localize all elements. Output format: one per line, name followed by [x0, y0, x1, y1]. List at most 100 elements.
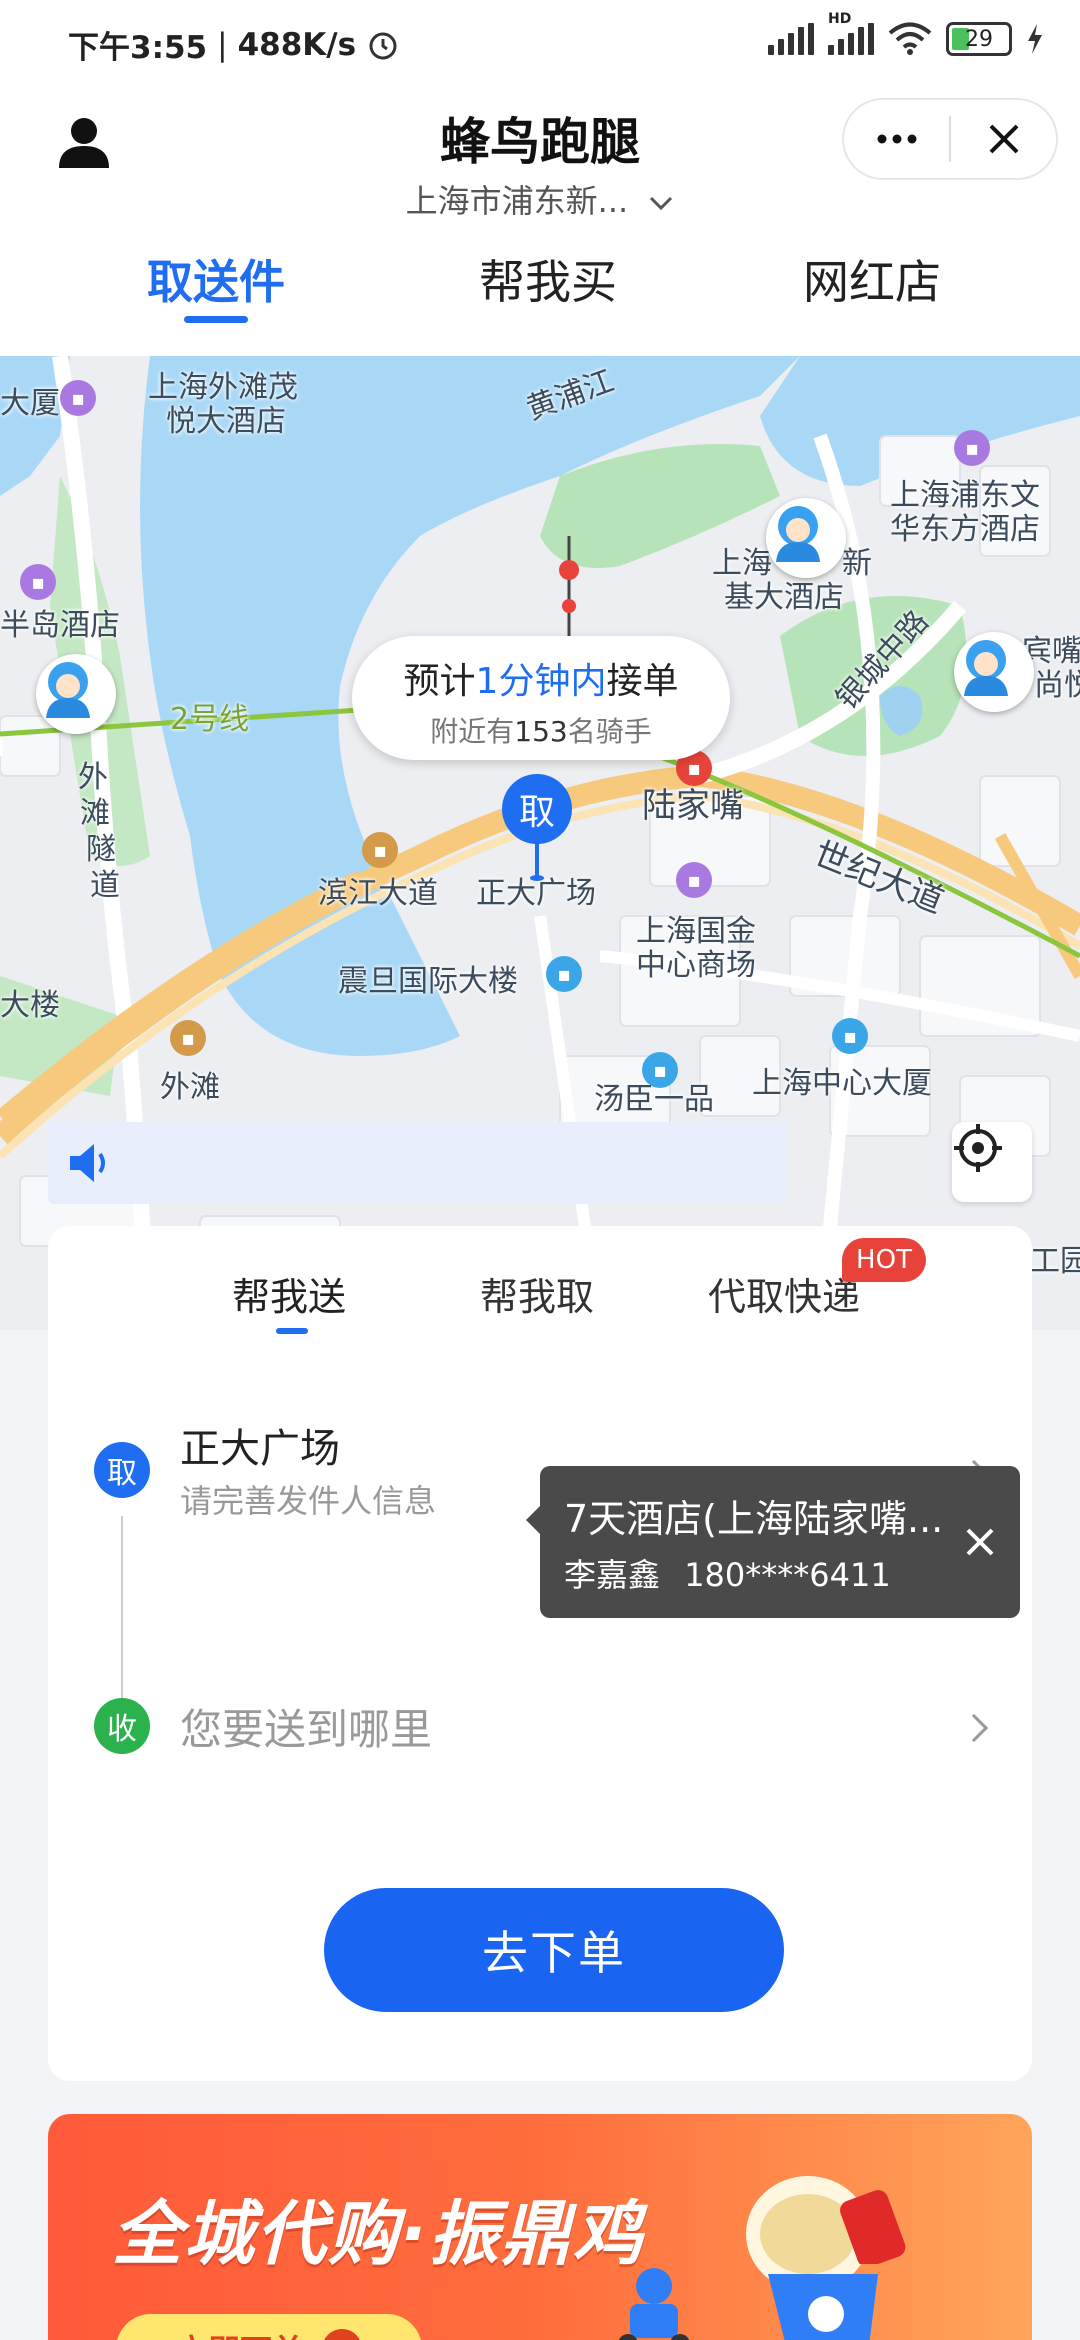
tab-buy-for-me[interactable]: 帮我买	[438, 246, 658, 312]
map-label-binjiang-avenue: 滨江大道	[318, 876, 438, 911]
map-view[interactable]: 上海外滩茂 悦大酒店 大厦 黄浦江 上海浦东文 华东方酒店 上海 新 基大酒店 …	[0, 356, 1080, 1330]
speaker-icon	[70, 1144, 105, 1182]
rider-avatar[interactable]	[954, 632, 1034, 712]
pickup-estimate-bubble: 预计1分钟内接单 附近有153名骑手	[352, 636, 730, 760]
order-now-button[interactable]: 立即下单 ›	[116, 2314, 422, 2340]
estimate-prefix: 预计	[403, 661, 476, 702]
wifi-icon	[888, 22, 932, 55]
tab-send-for-me[interactable]: 帮我送	[232, 1266, 347, 1334]
tv-tower-icon	[559, 536, 579, 636]
map-label-bund-tunnel-4: 道	[90, 868, 120, 903]
rider-icon	[46, 662, 90, 718]
suggestion-person: 李嘉鑫	[564, 1556, 661, 1594]
status-speed: 488K/s	[237, 26, 357, 63]
promo-banner[interactable]: 全城代购·振鼎鸡 立即下单 ›	[48, 2114, 1032, 2340]
signal-icon	[768, 23, 814, 55]
more-icon	[877, 134, 916, 144]
pickup-address[interactable]: 正大广场	[180, 1416, 340, 1474]
sender-info-hint[interactable]: 请完善发件人信息	[180, 1476, 436, 1522]
rider-icon	[964, 640, 1008, 696]
close-icon[interactable]	[960, 1522, 1000, 1562]
map-label-aurora-building: 震旦国际大楼	[338, 964, 518, 999]
order-card: 帮我送 帮我取 代取快递 HOT 取 正大广场 请完善发件人信息 7天酒店(上海…	[48, 1226, 1032, 2081]
nearby-suffix: 名骑手	[567, 715, 652, 748]
arrow-right-icon: ›	[322, 2329, 363, 2340]
building-poi-icon[interactable]: ▪	[832, 1018, 868, 1054]
battery-icon: 29	[946, 22, 1012, 56]
status-bar: 下午3:55 | 488K/s HD 29	[0, 0, 1080, 86]
tab-collect-parcel[interactable]: 代取快递	[708, 1266, 860, 1321]
alarm-icon	[369, 32, 397, 59]
pickup-marker: 取	[94, 1442, 150, 1498]
rider-avatar[interactable]	[766, 498, 846, 578]
place-order-button[interactable]: 去下单	[324, 1888, 784, 2012]
rider-avatar[interactable]	[36, 654, 116, 734]
map-label-metro-2: 2号线	[170, 702, 250, 737]
service-tabs: 取送件 帮我买 网红店	[0, 246, 1080, 346]
chevron-right-icon[interactable]	[959, 1713, 989, 1743]
nearby-count: 153	[514, 715, 568, 748]
charging-icon	[1028, 24, 1042, 54]
suggestion-contact: 李嘉鑫 180****6411	[564, 1550, 891, 1596]
tab-label: 网红店	[803, 255, 941, 309]
close-icon	[989, 124, 1018, 154]
more-button[interactable]	[844, 100, 949, 178]
nearby-riders-line: 附近有153名骑手	[352, 710, 730, 750]
map-label-building-2: 大楼	[0, 988, 60, 1023]
destination-input[interactable]: 您要送到哪里	[180, 1696, 432, 1757]
city-selector[interactable]: 上海市浦东新...	[0, 176, 1080, 222]
card-tab-label: 代取快递	[708, 1275, 861, 1319]
estimate-value: 1分钟内	[475, 661, 607, 702]
battery-level: 29	[965, 26, 993, 52]
tab-indicator	[184, 316, 248, 323]
estimate-line: 预计1分钟内接单	[352, 652, 730, 704]
tab-popular-stores[interactable]: 网红店	[762, 246, 982, 312]
map-label-shangyue: 尚悦	[1034, 668, 1080, 703]
map-label-ifc-mall-2: 中心商场	[636, 948, 756, 983]
shopping-poi-icon[interactable]: ▪	[676, 862, 712, 898]
card-tab-label: 帮我取	[480, 1275, 595, 1319]
tab-pickup-delivery[interactable]: 取送件	[106, 246, 326, 323]
suggestion-phone: 180****6411	[684, 1556, 891, 1594]
pickup-marker-label: 取	[107, 1456, 137, 1491]
pickup-location-pin[interactable]: 取	[502, 774, 572, 844]
mini-program-capsule	[842, 98, 1058, 180]
landmark-poi-icon[interactable]: ▪	[362, 832, 398, 868]
tab-label: 帮我买	[479, 255, 617, 309]
hd-signal-icon: HD	[828, 11, 874, 55]
dropoff-marker: 收	[94, 1698, 150, 1754]
card-tab-label: 帮我送	[232, 1275, 347, 1319]
building-poi-icon[interactable]: ▪	[642, 1052, 678, 1088]
locate-icon	[954, 1124, 1002, 1172]
status-left: 下午3:55 | 488K/s	[68, 22, 400, 67]
hotel-poi-icon[interactable]: ▪	[20, 564, 56, 600]
map-label-shanghai-tower: 上海中心大厦	[752, 1066, 932, 1101]
hot-badge: HOT	[842, 1238, 926, 1282]
pin-stem	[530, 842, 544, 881]
pin-label: 取	[518, 792, 555, 833]
map-label-hotel-c: 基大酒店	[724, 580, 844, 615]
delivery-rider-icon	[618, 2268, 690, 2340]
status-time: 下午3:55	[68, 30, 208, 66]
hotel-poi-icon[interactable]: ▪	[954, 430, 990, 466]
map-label-building: 大厦	[0, 386, 60, 421]
map-label-bund: 外滩	[160, 1070, 220, 1105]
route-connector	[121, 1516, 123, 1706]
landmark-poi-icon[interactable]: ▪	[170, 1020, 206, 1056]
tab-fetch-for-me[interactable]: 帮我取	[480, 1266, 594, 1321]
announcement-bar[interactable]	[48, 1122, 788, 1204]
locate-me-button[interactable]	[952, 1122, 1032, 1202]
chevron-down-icon	[650, 196, 673, 211]
banner-title: 全城代购·振鼎鸡	[112, 2193, 645, 2275]
hd-label: HD	[828, 11, 852, 27]
tab-label: 取送件	[147, 255, 285, 309]
hotel-poi-icon[interactable]: ▪	[60, 380, 96, 416]
contact-suggestion-popup[interactable]: 7天酒店(上海陆家嘴... 李嘉鑫 180****6411	[526, 1466, 1020, 1618]
map-label-bund-hotel-2: 悦大酒店	[166, 404, 286, 439]
status-separator: |	[217, 26, 228, 63]
close-button[interactable]	[951, 100, 1056, 178]
drink-can-icon	[840, 2190, 906, 2264]
building-poi-icon[interactable]: ▪	[546, 956, 582, 992]
map-label-pudong-hotel-2: 华东方酒店	[890, 512, 1040, 547]
status-right: HD 29	[768, 11, 1044, 56]
